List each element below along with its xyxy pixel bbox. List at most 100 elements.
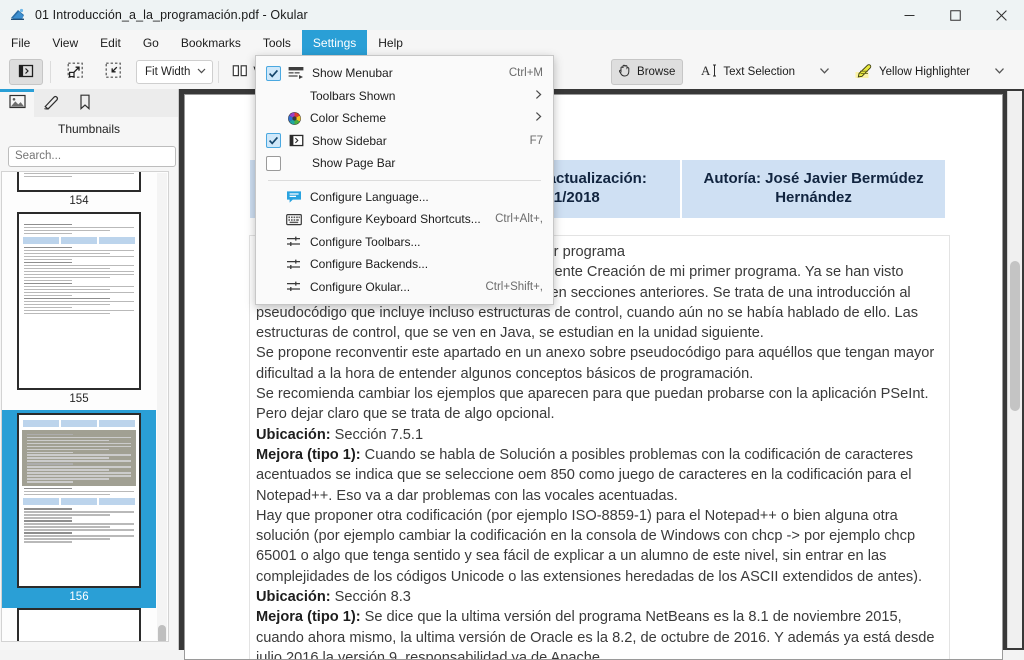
checkbox-placeholder — [266, 258, 279, 271]
document-scrollbar[interactable] — [1007, 91, 1022, 648]
document-paragraph: Ubicación: Sección 7.5.1 — [256, 425, 939, 445]
menu-item-label: Show Sidebar — [312, 133, 387, 148]
menu-item-shortcut: F7 — [529, 134, 543, 147]
paragraph-bold: Ubicación: — [256, 589, 331, 606]
menu-settings[interactable]: Settings — [301, 30, 368, 55]
blank-icon — [285, 88, 303, 104]
zoom-out-button[interactable] — [96, 59, 130, 85]
list-item[interactable]: 154 — [2, 172, 156, 212]
menu-go[interactable]: Go — [132, 30, 170, 55]
language-icon — [285, 189, 303, 205]
thumbnail-list[interactable]: 154 155 156 — [1, 171, 169, 642]
menu-item-shortcut: Ctrl+M — [508, 67, 543, 80]
table-cell-author: Autoría: José Javier Bermúdez Hernández — [681, 159, 946, 219]
paragraph-text: Hay que proponer otra codificación (por … — [256, 507, 923, 585]
chevron-right-icon — [534, 89, 543, 103]
hand-icon — [617, 63, 632, 81]
menu-tools[interactable]: Tools — [252, 30, 302, 55]
keyboard-icon — [285, 211, 303, 227]
checkbox-checked-icon[interactable] — [266, 133, 281, 149]
checkbox-placeholder — [266, 235, 279, 248]
maximize-button[interactable] — [932, 0, 978, 30]
menu-file[interactable]: File — [0, 30, 41, 55]
zoom-in-button[interactable] — [58, 59, 92, 85]
paragraph-text: Sección 7.5.1 — [330, 426, 424, 443]
sidebar-item-bookmarks[interactable] — [68, 89, 102, 117]
list-item[interactable]: 155 — [2, 212, 156, 410]
checkbox-placeholder — [266, 280, 279, 293]
zoom-level-select[interactable]: Fit Width — [136, 60, 214, 84]
view-mode-icon — [232, 64, 248, 81]
menu-bar: File View Edit Go Bookmarks Tools Settin… — [0, 30, 1024, 56]
document-paragraph: Se recomienda cambiar los ejemplos que a… — [256, 384, 939, 425]
menu-item-show-sidebar[interactable]: Show Sidebar F7 — [256, 130, 553, 153]
menu-item-toolbars-shown[interactable]: Toolbars Shown — [256, 85, 553, 108]
menu-help[interactable]: Help — [367, 30, 414, 55]
thumbnail-scrollbar[interactable] — [157, 173, 167, 641]
checkbox-unchecked-icon[interactable] — [266, 155, 281, 171]
text-selection-dropdown[interactable] — [807, 59, 841, 85]
menu-item-configure-shortcuts[interactable]: Configure Keyboard Shortcuts... Ctrl+Alt… — [256, 208, 553, 231]
document-paragraph: Ubicación: Sección 8.3 — [256, 587, 939, 607]
document-paragraph: Hay que proponer otra codificación (por … — [256, 506, 939, 587]
paragraph-bold: Mejora (tipo 1): — [256, 446, 361, 463]
menu-edit[interactable]: Edit — [89, 30, 132, 55]
menu-bookmarks[interactable]: Bookmarks — [170, 30, 252, 55]
sidebar-tab-strip — [0, 89, 178, 117]
menu-item-configure-backends[interactable]: Configure Backends... — [256, 253, 553, 276]
text-selection-label: Text Selection — [723, 66, 795, 78]
paragraph-bold: Ubicación: — [256, 426, 331, 443]
sliders-icon — [285, 234, 303, 250]
search-input[interactable] — [8, 145, 176, 167]
sliders-icon — [285, 256, 303, 272]
checkbox-placeholder — [266, 89, 279, 102]
bookmark-icon — [79, 94, 91, 113]
list-item[interactable] — [2, 608, 156, 641]
okular-icon — [9, 6, 27, 24]
sidebar-item-thumbnails[interactable] — [0, 89, 34, 117]
svg-text:A: A — [701, 63, 711, 78]
sidebar-item-annotations[interactable] — [34, 89, 68, 117]
checkbox-placeholder — [266, 190, 279, 203]
sliders-icon — [285, 279, 303, 295]
highlighter-icon — [855, 63, 874, 82]
thumbnail-page-number: 155 — [69, 393, 89, 405]
text-selection-tool-button[interactable]: A Text Selection — [695, 59, 803, 85]
thumbnail-page-number: 154 — [69, 195, 89, 207]
document-paragraph: Se propone reconventir este apartado en … — [256, 343, 939, 384]
menu-item-label: Configure Keyboard Shortcuts... — [310, 212, 481, 227]
menu-view[interactable]: View — [41, 30, 89, 55]
list-item[interactable]: 156 — [2, 410, 156, 608]
menu-item-configure-language[interactable]: Configure Language... — [256, 186, 553, 209]
menu-item-shortcut: Ctrl+Alt+, — [495, 213, 543, 226]
thumbnail-search-row — [0, 141, 200, 171]
image-icon — [8, 94, 26, 112]
browse-label: Browse — [637, 66, 676, 78]
menu-item-label: Configure Backends... — [310, 257, 429, 272]
panel-title: Thumbnails — [57, 122, 121, 136]
okular-window: 01 Introducción_a_la_programación.pdf - … — [0, 0, 1024, 660]
menu-item-configure-toolbars[interactable]: Configure Toolbars... — [256, 231, 553, 254]
menu-item-label: Show Menubar — [312, 66, 393, 81]
window-title: 01 Introducción_a_la_programación.pdf - … — [35, 8, 308, 22]
thumbnail-scrollbar-thumb[interactable] — [158, 625, 166, 641]
close-button[interactable] — [978, 0, 1024, 30]
menu-item-color-scheme[interactable]: Color Scheme — [256, 107, 553, 130]
browse-tool-button[interactable]: Browse — [611, 59, 684, 85]
menu-item-configure-okular[interactable]: Configure Okular... Ctrl+Shift+, — [256, 276, 553, 299]
menu-item-show-menubar[interactable]: Show Menubar Ctrl+M — [256, 62, 553, 85]
menu-item-label: Configure Language... — [310, 189, 429, 204]
checkbox-checked-icon[interactable] — [266, 65, 281, 81]
highlighter-dropdown[interactable] — [982, 59, 1016, 85]
highlighter-label: Yellow Highlighter — [879, 66, 970, 78]
title-bar: 01 Introducción_a_la_programación.pdf - … — [0, 0, 1024, 31]
document-scrollbar-thumb[interactable] — [1010, 261, 1020, 411]
minimize-button[interactable] — [886, 0, 932, 30]
zoom-level-value: Fit Width — [145, 66, 191, 78]
settings-menu-popup[interactable]: Show Menubar Ctrl+M Toolbars Shown Color… — [255, 55, 554, 305]
menu-item-show-page-bar[interactable]: Show Page Bar — [256, 152, 553, 175]
thumbnail-page-preview — [17, 212, 141, 390]
sidebar-toggle-button[interactable] — [9, 59, 43, 85]
toolbar-separator — [50, 61, 51, 83]
highlighter-tool-button[interactable]: Yellow Highlighter — [849, 59, 978, 85]
